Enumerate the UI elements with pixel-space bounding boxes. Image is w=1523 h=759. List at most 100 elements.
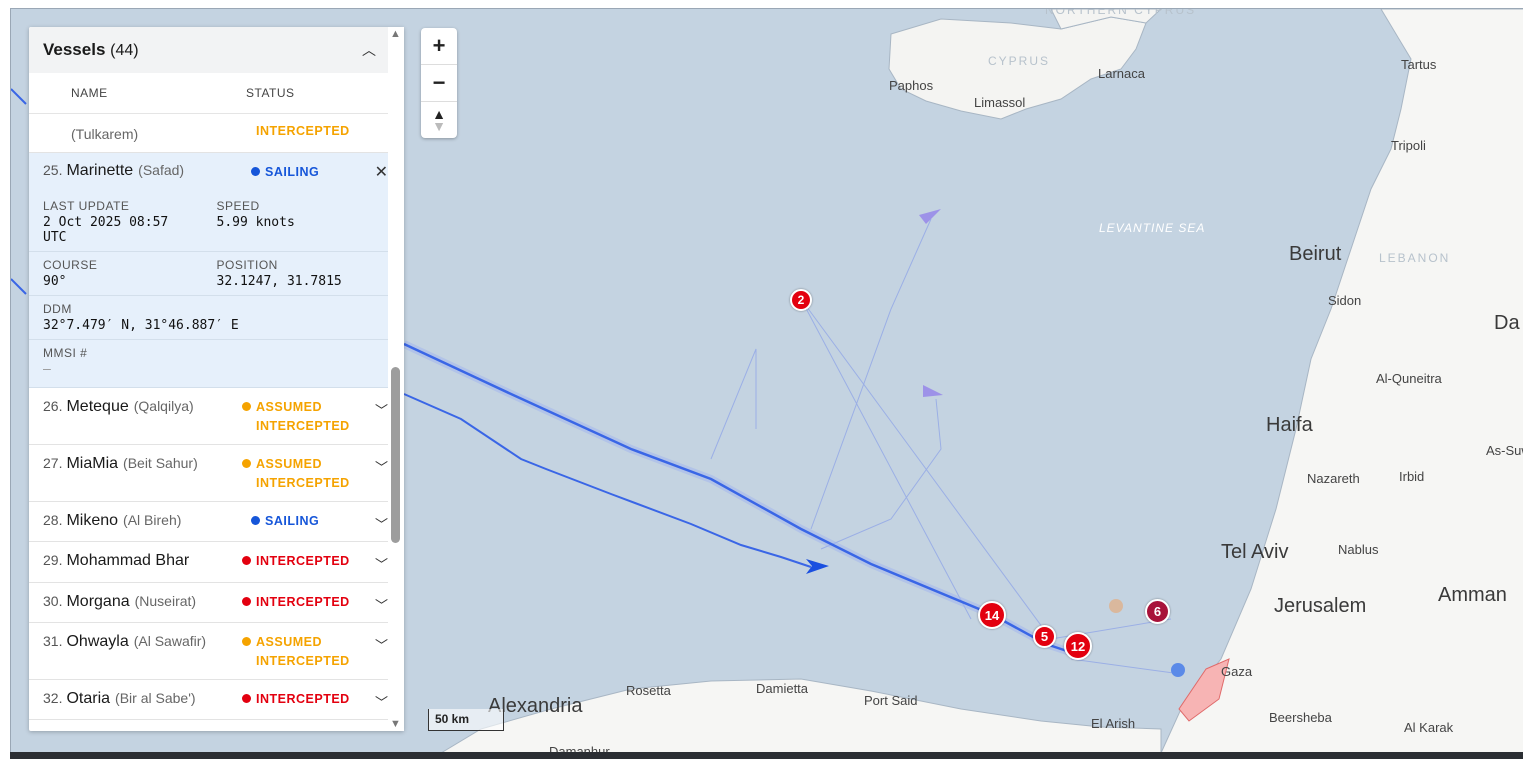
vessel-number: 29. [43,552,63,568]
vessel-sub: (Tulkarem) [71,126,139,142]
label-tel-aviv: Tel Aviv [1221,541,1289,563]
label-beersheba: Beersheba [1269,710,1332,725]
list-item[interactable]: 26. Meteque (Qalqilya) ASSUMED INTERCEPTED … [29,388,404,445]
detail-row: MMSI # — [29,340,404,388]
cluster-marker[interactable]: 12 [1064,632,1092,660]
vessel-sub: (Al Sawafir) [133,633,207,649]
list-item-partial[interactable]: (Tulkarem) INTERCEPTED [29,114,404,153]
zoom-in-button[interactable]: + [421,28,457,65]
scroll-up-icon[interactable]: ▲ [390,28,401,40]
vessel-sub: (Al Bireh) [123,512,182,528]
close-icon[interactable]: ✕ [375,162,388,182]
vessel-number: 28. [43,512,63,528]
column-headers: NAME STATUS [29,73,404,114]
chevron-down-icon[interactable]: ﹀ [375,635,388,654]
detail-row: LAST UPDATE 2 Oct 2025 08:57 UTC SPEED 5.9… [29,193,404,252]
scroll-down-icon[interactable]: ▼ [390,718,401,730]
list-item[interactable]: 28. Mikeno (Al Bireh) SAILING ﹀ [29,502,404,542]
vessels-panel: Vessels (44) ︿ NAME STATUS (Tulkarem) IN… [29,27,404,731]
vessel-sub: (Nuseirat) [134,593,197,609]
vessel-status: INTERCEPTED [242,552,350,571]
label-haifa: Haifa [1266,414,1313,436]
label-beirut: Beirut [1289,243,1342,265]
label-jerusalem: Jerusalem [1274,595,1367,617]
mmsi-label: MMSI # [43,346,88,360]
selected-vessel-row[interactable]: 25. Marinette (Safad) SAILING ✕ [29,153,404,193]
vessel-arrow [923,385,943,397]
levant-land [1160,9,1523,753]
scrollbar-thumb[interactable] [391,367,400,543]
panel-title: Vessels (44) [43,40,139,60]
vessel-name: Marinette [66,162,134,179]
vessel-status: INTERCEPTED [242,593,350,612]
chevron-down-icon[interactable]: ﹀ [375,554,388,573]
label-damietta: Damietta [756,681,809,696]
chevron-down-icon[interactable]: ﹀ [375,692,388,711]
vessel-name: MiaMia [66,455,119,472]
vessel-sub: (Beit Sahur) [123,455,198,471]
ddm-label: DDM [43,302,72,316]
vessel-sub: (Bir al Sabe') [115,690,196,706]
vessel-status: INTERCEPTED [256,124,350,138]
label-damascus: Da [1494,312,1520,334]
zoom-out-button[interactable]: − [421,65,457,102]
list-item[interactable]: 30. Morgana (Nuseirat) INTERCEPTED ﹀ [29,583,404,623]
vessel-sub: (Qalqilya) [133,398,194,414]
list-item[interactable]: 29. Mohammad Bhar INTERCEPTED ﹀ [29,542,404,583]
list-item[interactable]: 31. Ohwayla (Al Sawafir) ASSUMED INTERCEPTE… [29,623,404,680]
cluster-marker[interactable]: 14 [978,601,1006,629]
vessel-number: 32. [43,690,63,706]
vessel-detail-expanded[interactable]: 25. Marinette (Safad) SAILING ✕ LAST UPD… [29,153,404,388]
detail-row: DDM 32°7.479′ N, 31°46.887′ E [29,296,404,340]
label-al-quneitra: Al-Quneitra [1376,371,1442,386]
label-northern-cyprus: NORTHERN CYPRUS [1045,8,1197,17]
mmsi-value: — [43,362,51,377]
collapse-chevron-icon[interactable]: ︿ [362,40,376,60]
label-tripoli: Tripoli [1391,138,1426,153]
vessel-status: SAILING [251,163,319,182]
label-irbid: Irbid [1399,469,1425,484]
col-status: STATUS [246,86,295,100]
vessel-dot-blue [1171,663,1185,677]
last-update-label: LAST UPDATE [43,199,130,213]
vessel-status: ASSUMED INTERCEPTED [242,633,350,671]
list-item[interactable]: 32. Otaria (Bir al Sabe') INTERCEPTED ﹀ [29,680,404,720]
vessel-name: Mikeno [66,512,119,529]
vessel-name: Meteque [66,398,129,415]
vessel-status: ASSUMED INTERCEPTED [242,398,350,436]
chevron-down-icon[interactable]: ﹀ [375,514,388,533]
scale-bar: 50 km [428,709,504,731]
cluster-marker[interactable]: 6 [1145,599,1170,624]
south-arrow-icon: ▼ [432,118,446,134]
compass-button[interactable]: ▲ ▼ [421,102,457,138]
vessel-name: Morgana [66,593,130,610]
vessel-number: 30. [43,593,63,609]
label-larnaca: Larnaca [1098,66,1145,81]
ddm-value: 32°7.479′ N, 31°46.887′ E [43,318,239,333]
chevron-down-icon[interactable]: ﹀ [375,595,388,614]
bottom-bar [10,752,1523,759]
vessel-number: 26. [43,398,63,414]
list-item[interactable]: 27. MiaMia (Beit Sahur) ASSUMED INTERCEPTED… [29,445,404,502]
label-port-said: Port Said [864,693,918,708]
label-gaza: Gaza [1221,664,1253,679]
cluster-marker[interactable]: 2 [790,289,812,311]
label-el-arish: El Arish [1091,716,1136,731]
label-nablus: Nablus [1338,542,1379,557]
label-limassol: Limassol [974,95,1026,110]
vessel-number: 25. [43,162,63,178]
panel-header[interactable]: Vessels (44) ︿ [29,27,404,73]
chevron-down-icon[interactable]: ﹀ [375,457,388,476]
cluster-marker[interactable]: 5 [1033,625,1056,648]
label-as-suwayda: As-Suw [1486,443,1523,458]
vessel-number: 31. [43,633,63,649]
course-label: COURSE [43,258,98,272]
vessel-count: (44) [110,42,139,59]
chevron-down-icon[interactable]: ﹀ [375,400,388,419]
map-frame[interactable]: NORTHERN CYPRUS CYPRUS Paphos Limassol L… [10,8,1523,753]
zoom-control: + − ▲ ▼ [421,28,457,138]
label-tartus: Tartus [1401,57,1437,72]
last-update-value: 2 Oct 2025 08:57 UTC [43,215,169,245]
label-lebanon: LEBANON [1379,251,1451,265]
position-label: POSITION [216,258,278,272]
